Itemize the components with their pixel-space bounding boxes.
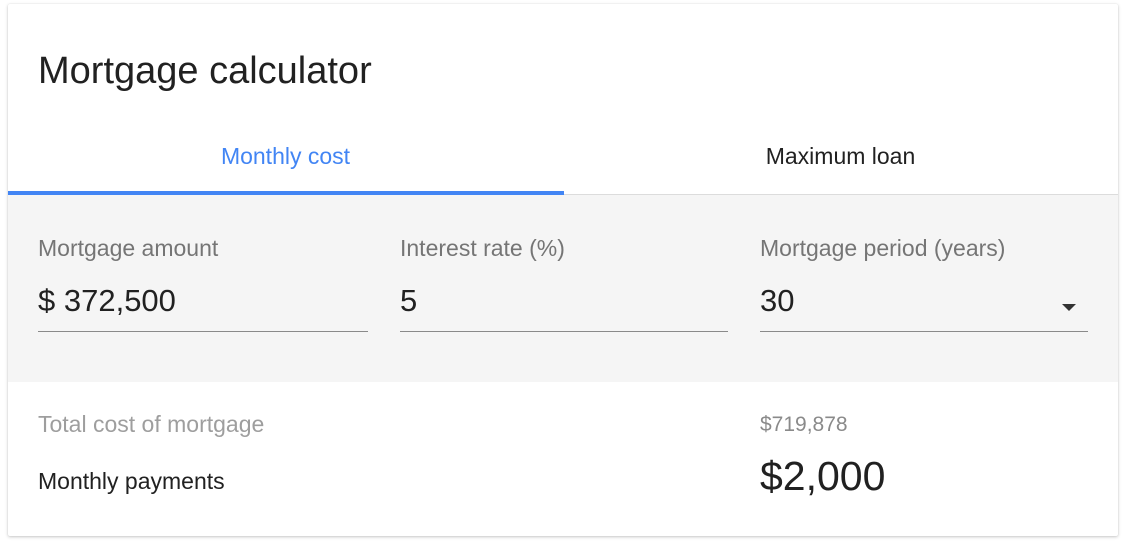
total-cost-label: Total cost of mortgage [38, 411, 265, 437]
tab-monthly-cost[interactable]: Monthly cost [8, 132, 563, 194]
interest-rate-label: Interest rate (%) [400, 235, 565, 261]
mortgage-period-underline [760, 331, 1088, 332]
total-cost-value: $719,878 [760, 413, 848, 436]
tab-maximum-loan[interactable]: Maximum loan [563, 132, 1118, 194]
monthly-payments-value: $2,000 [760, 453, 886, 499]
mortgage-period-field: Mortgage period (years) 30 [760, 195, 1088, 382]
tab-monthly-cost-label: Monthly cost [220, 143, 351, 169]
dropdown-arrow-icon[interactable] [1062, 304, 1076, 311]
calculator-title: Mortgage calculator [38, 50, 372, 92]
interest-rate-field: Interest rate (%) 5 [400, 195, 728, 382]
interest-rate-underline [400, 331, 728, 332]
mortgage-amount-underline [38, 331, 368, 332]
mortgage-period-label: Mortgage period (years) [760, 235, 1006, 261]
mortgage-calculator-card: Mortgage calculator Monthly cost Maximum… [8, 4, 1118, 536]
results-section: Total cost of mortgage $719,878 Monthly … [8, 382, 1118, 536]
mortgage-amount-label: Mortgage amount [38, 235, 219, 261]
tab-maximum-loan-label: Maximum loan [765, 143, 916, 169]
interest-rate-input[interactable]: 5 [400, 281, 417, 321]
inputs-panel: Mortgage amount $ 372,500 Interest rate … [8, 195, 1118, 382]
calculator-tabs: Monthly cost Maximum loan [8, 132, 1118, 195]
mortgage-amount-input[interactable]: $ 372,500 [38, 281, 176, 321]
mortgage-period-select[interactable]: 30 [760, 281, 794, 321]
monthly-payments-label: Monthly payments [38, 468, 225, 494]
mortgage-amount-field: Mortgage amount $ 372,500 [38, 195, 368, 382]
